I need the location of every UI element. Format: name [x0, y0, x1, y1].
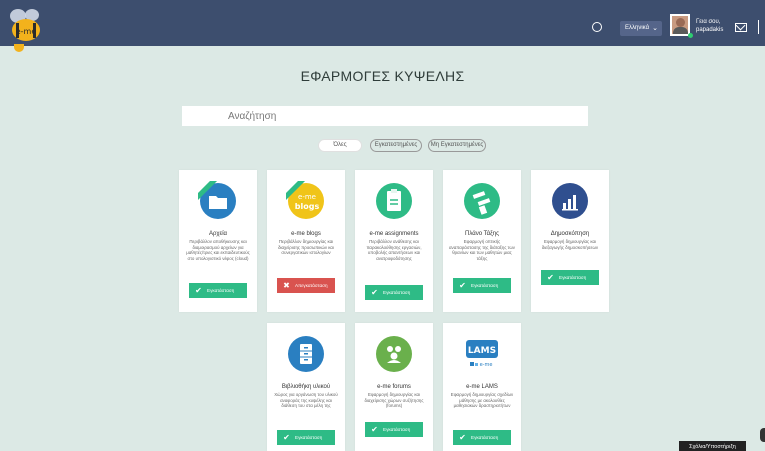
- class-plan-icon: [464, 183, 500, 219]
- language-label: Ελληνικά: [625, 25, 650, 31]
- app-card-class-plan[interactable]: Πλάνο Τάξης Εφαρμογή οπτικής αναπαράστασ…: [443, 170, 521, 312]
- library-cabinet-icon: [288, 336, 324, 372]
- installed-ribbon: [198, 181, 220, 203]
- blogs-icon-text-bottom: blogs: [295, 202, 320, 211]
- check-icon: ✔: [371, 288, 378, 297]
- app-card-files[interactable]: Αρχεία Περιβάλλον αποθήκευσης και διαμοι…: [179, 170, 257, 312]
- greeting-text: Γεια σου,: [696, 19, 721, 25]
- online-status-dot: [688, 33, 693, 38]
- globe-icon[interactable]: [592, 22, 602, 32]
- button-label: Εγκατάσταση: [295, 435, 323, 440]
- button-label: Εγκατάσταση: [471, 435, 499, 440]
- app-card-forums[interactable]: e-me forums Εφαρμογή δημιουργίας και δια…: [355, 323, 433, 451]
- username: papadakis: [696, 27, 724, 33]
- forums-icon: [376, 336, 412, 372]
- lams-icon-sub: e-me: [480, 362, 493, 368]
- top-bar: e-me Ελληνικά ⌄ Γεια σου, papadakis: [0, 0, 765, 46]
- button-label: Εγκατάσταση: [471, 283, 499, 288]
- user-greeting[interactable]: Γεια σου, papadakis: [696, 18, 723, 34]
- logo-drop: [14, 44, 24, 52]
- page-title: ΕΦΑΡΜΟΓΕΣ ΚΥΨΕΛΗΣ: [300, 68, 465, 84]
- assignment-icon: [376, 183, 412, 219]
- app-card-library[interactable]: Βιβλιοθήκη υλικού Χώρος για οργάνωση του…: [267, 323, 345, 451]
- app-description: Εφαρμογή δημιουργίας και διαχείρισης χώρ…: [364, 392, 424, 409]
- installed-ribbon: [286, 181, 308, 203]
- app-name: e-me LAMS: [466, 384, 498, 390]
- menu-edge-icon[interactable]: [758, 20, 765, 34]
- button-label: Εγκατάσταση: [559, 275, 587, 280]
- app-description: Εφαρμογή οπτικής αναπαράστασης της διάτα…: [449, 239, 515, 261]
- app-description: Εφαρμογή δημιουργίας σχεδίων μάθησης με …: [450, 392, 514, 409]
- install-button[interactable]: ✔ Εγκατάσταση: [365, 285, 423, 300]
- app-card-blogs[interactable]: e-me blogs e-me blogs Περιβάλλον δημιουρ…: [267, 170, 345, 312]
- app-name: e-me assignments: [369, 231, 419, 237]
- e-me-logo[interactable]: e-me: [6, 6, 46, 46]
- app-card-assignments[interactable]: e-me assignments Περιβάλλον ανάθεσης και…: [355, 170, 433, 312]
- app-description: Εφαρμογή δημιουργίας και διεξαγωγής δημο…: [541, 239, 599, 250]
- feedback-support-button[interactable]: Σχόλια/Υποστήριξη: [679, 441, 746, 451]
- button-label: Εγκατάσταση: [207, 288, 235, 293]
- filter-not-installed[interactable]: Μη Εγκατεστημένες: [428, 139, 486, 152]
- uninstall-button[interactable]: ✖ Απεγκατάσταση: [277, 278, 335, 293]
- app-name: e-me blogs: [291, 231, 321, 237]
- check-icon: ✔: [459, 281, 466, 290]
- filter-all[interactable]: Όλες: [318, 139, 362, 152]
- install-button[interactable]: ✔ Εγκατάσταση: [189, 283, 247, 298]
- install-button[interactable]: ✔ Εγκατάσταση: [453, 278, 511, 293]
- install-button[interactable]: ✔ Εγκατάσταση: [277, 430, 335, 445]
- poll-chart-icon: [552, 183, 588, 219]
- filter-installed[interactable]: Εγκατεστημένες: [370, 139, 422, 152]
- check-icon: ✔: [195, 286, 202, 295]
- button-label: Εγκατάσταση: [383, 427, 411, 432]
- app-name: e-me forums: [377, 384, 411, 390]
- app-description: Χώρος για οργάνωση του υλικού αναφοράς τ…: [274, 392, 338, 409]
- button-label: Εγκατάσταση: [383, 290, 411, 295]
- app-card-lams[interactable]: LAMS e-me e-me LAMS Εφαρμογή δημιουργίας…: [443, 323, 521, 451]
- check-icon: ✔: [371, 425, 378, 434]
- app-name: Δημοσκόπηση: [550, 231, 590, 237]
- feedback-tab[interactable]: [760, 428, 765, 442]
- user-avatar[interactable]: [670, 14, 690, 36]
- logo-text: e-me: [16, 27, 37, 36]
- close-icon: ✖: [283, 281, 290, 290]
- app-description: Περιβάλλον ανάθεσης και παρακολούθησης ε…: [366, 239, 422, 261]
- install-button[interactable]: ✔ Εγκατάσταση: [541, 270, 599, 285]
- check-icon: ✔: [547, 273, 554, 282]
- app-card-poll[interactable]: Δημοσκόπηση Εφαρμογή δημιουργίας και διε…: [531, 170, 609, 312]
- app-description: Περιβάλλον αποθήκευσης και διαμοιρασμού …: [186, 239, 250, 261]
- check-icon: ✔: [459, 433, 466, 442]
- check-icon: ✔: [283, 433, 290, 442]
- button-label: Απεγκατάσταση: [295, 283, 328, 288]
- app-description: Περιβάλλον δημιουργίας και διαχείρισης π…: [278, 239, 334, 256]
- search-input[interactable]: [182, 106, 588, 126]
- lams-icon: LAMS e-me: [464, 336, 500, 372]
- language-select[interactable]: Ελληνικά ⌄: [620, 21, 662, 36]
- lams-icon-title: LAMS: [468, 346, 496, 356]
- app-name: Αρχεία: [208, 231, 228, 237]
- mail-icon[interactable]: [735, 23, 747, 32]
- chevron-down-icon: ⌄: [652, 25, 658, 32]
- install-button[interactable]: ✔ Εγκατάσταση: [365, 422, 423, 437]
- app-name: Πλάνο Τάξης: [465, 231, 499, 237]
- install-button[interactable]: ✔ Εγκατάσταση: [453, 430, 511, 445]
- app-name: Βιβλιοθήκη υλικού: [281, 384, 331, 390]
